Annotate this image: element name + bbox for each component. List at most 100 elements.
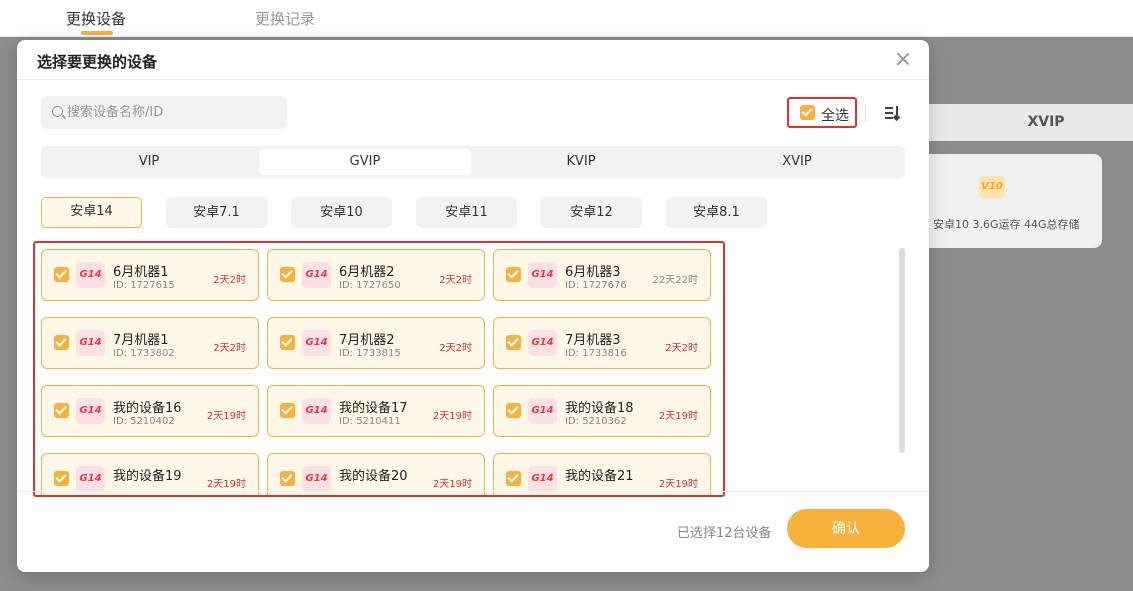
g14-logo-icon: G14 [76,398,105,424]
device-name: 我的设备17 [339,401,408,416]
g14-logo-icon: G14 [76,262,105,288]
page-tab-bar: 更换设备 更换记录 [0,0,1133,37]
os-tab-android12[interactable]: 安卓12 [541,197,642,228]
device-name: 我的设备18 [565,401,634,416]
confirm-button[interactable]: 确认 [787,509,905,548]
checkbox-checked-icon [800,105,815,120]
g14-logo-icon: G14 [302,262,331,288]
checkbox-checked-icon[interactable] [506,267,521,282]
device-remaining-time: 2天2时 [439,343,472,354]
g14-logo-icon: G14 [302,466,331,492]
device-list-scrollbar[interactable] [899,248,905,453]
tab-kvip[interactable]: KVIP [475,149,687,175]
device-card[interactable]: G14 7月机器2 ID: 1733815 2天2时 [267,317,485,369]
device-card[interactable]: G14 6月机器2 ID: 1727650 2天2时 [267,249,485,301]
device-card[interactable]: G14 6月机器1 ID: 1727615 2天2时 [41,249,259,301]
device-id: ID: 5210411 [339,416,401,427]
device-name: 6月机器2 [339,265,395,280]
checkbox-checked-icon[interactable] [54,267,69,282]
search-input[interactable] [67,96,277,129]
device-remaining-time: 2天19时 [432,479,472,490]
os-tab-android8-1[interactable]: 安卓8.1 [666,197,767,228]
tab-vip[interactable]: VIP [43,149,255,175]
checkbox-checked-icon[interactable] [506,471,521,486]
checkbox-checked-icon[interactable] [54,471,69,486]
select-all-checkbox[interactable]: 全选 [787,97,857,128]
os-tab-android14[interactable]: 安卓14 [41,197,142,228]
g14-logo-icon: G14 [302,330,331,356]
device-remaining-time: 2天19时 [206,479,246,490]
device-name: 6月机器1 [113,265,169,280]
search-icon [52,106,63,117]
g14-logo-icon: G14 [528,330,557,356]
device-name: 我的设备20 [339,469,408,484]
device-id: ID: 1733802 [113,348,175,359]
device-remaining-time: 2天19时 [658,411,698,422]
device-card[interactable]: G14 6月机器3 ID: 1727676 22天22时 [493,249,711,301]
divider [865,104,866,121]
os-tab-android7-1[interactable]: 安卓7.1 [166,197,267,228]
device-id: ID: 1727615 [113,280,175,291]
tab-replace-history[interactable]: 更换记录 [255,8,315,29]
select-device-modal: 选择要更换的设备 全选 VIP GVIP KVIP XVIP 安卓14 安卓7.… [17,40,929,572]
device-card[interactable]: G14 我的设备16 ID: 5210402 2天19时 [41,385,259,437]
checkbox-checked-icon[interactable] [280,403,295,418]
selected-count: 已选择12台设备 [677,526,772,541]
device-remaining-time: 22天22时 [652,275,698,286]
g14-logo-icon: G14 [528,466,557,492]
device-remaining-time: 2天2时 [439,275,472,286]
device-card[interactable]: G14 我的设备17 ID: 5210411 2天19时 [267,385,485,437]
checkbox-checked-icon[interactable] [506,335,521,350]
sort-icon[interactable] [885,106,901,122]
tab-gvip[interactable]: GVIP [259,149,471,175]
background-device-card: V10 安卓10 3.6G运存 44G总存储 [929,154,1102,248]
device-id: ID: 1727650 [339,280,401,291]
device-card[interactable]: G14 7月机器1 ID: 1733802 2天2时 [41,317,259,369]
g14-logo-icon: G14 [528,262,557,288]
device-id: ID: 1733815 [339,348,401,359]
checkbox-checked-icon[interactable] [280,335,295,350]
modal-footer: 已选择12台设备 确认 [17,491,929,572]
os-tab-android11[interactable]: 安卓11 [416,197,517,228]
device-id: ID: 1733816 [565,348,627,359]
checkbox-checked-icon[interactable] [280,471,295,486]
device-remaining-time: 2天19时 [206,411,246,422]
device-card[interactable]: G14 7月机器3 ID: 1733816 2天2时 [493,317,711,369]
checkbox-checked-icon[interactable] [54,403,69,418]
background-xvip-band: XVIP [929,104,1133,141]
tab-xvip[interactable]: XVIP [691,149,903,175]
device-id: ID: 5210362 [565,416,627,427]
g14-logo-icon: G14 [76,466,105,492]
device-name: 我的设备21 [565,469,634,484]
device-name: 7月机器2 [339,333,395,348]
device-id: ID: 5210402 [113,416,175,427]
search-box [41,96,287,129]
device-card[interactable]: G14 我的设备18 ID: 5210362 2天19时 [493,385,711,437]
checkbox-checked-icon[interactable] [280,267,295,282]
tier-tab-bar: VIP GVIP KVIP XVIP [41,146,905,178]
active-tab-underline [81,31,113,35]
g14-logo-icon: G14 [76,330,105,356]
device-remaining-time: 2天2时 [213,343,246,354]
modal-title: 选择要更换的设备 [37,53,158,71]
device-remaining-time: 2天2时 [665,343,698,354]
device-id: ID: 1727676 [565,280,627,291]
device-grid: G14 6月机器1 ID: 1727615 2天2时 G14 6月机器2 ID:… [33,241,725,497]
device-name: 7月机器1 [113,333,169,348]
device-name: 我的设备16 [113,401,182,416]
device-remaining-time: 2天19时 [658,479,698,490]
g14-logo-icon: G14 [528,398,557,424]
tab-replace-device[interactable]: 更换设备 [66,8,126,29]
device-name: 7月机器3 [565,333,621,348]
os-tab-android10[interactable]: 安卓10 [291,197,392,228]
device-name: 6月机器3 [565,265,621,280]
background-card-spec: 安卓10 3.6G运存 44G总存储 [933,218,1080,231]
v10-logo-icon: V10 [979,176,1005,198]
select-all-label: 全选 [821,108,849,124]
device-remaining-time: 2天19时 [432,411,472,422]
checkbox-checked-icon[interactable] [506,403,521,418]
checkbox-checked-icon[interactable] [54,335,69,350]
device-name: 我的设备19 [113,469,182,484]
close-icon[interactable] [895,51,911,67]
g14-logo-icon: G14 [302,398,331,424]
